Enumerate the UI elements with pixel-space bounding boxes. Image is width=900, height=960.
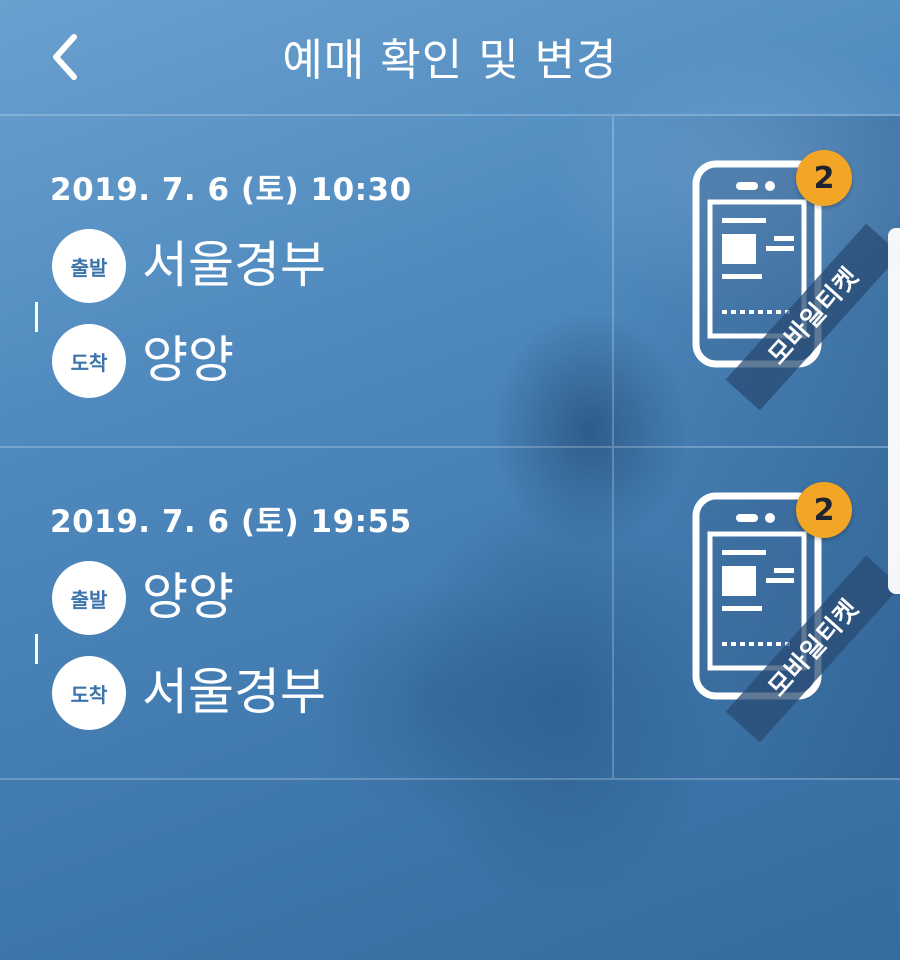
arrival-stop: 도착 양양 <box>52 324 552 400</box>
arrival-badge: 도착 <box>52 656 126 730</box>
top-bar: 예매 확인 및 변경 <box>0 0 900 116</box>
side-scroll-handle[interactable] <box>888 228 900 594</box>
reservation-datetime: 2019. 7. 6 (토) 10:30 <box>50 172 412 208</box>
departure-badge: 출발 <box>52 229 126 303</box>
departure-badge: 출발 <box>52 561 126 635</box>
departure-stop: 출발 양양 <box>52 561 552 637</box>
departure-station: 양양 <box>142 568 234 626</box>
route-connector-line <box>35 634 38 664</box>
mobile-ticket-button[interactable]: 모바일티켓 2 <box>614 116 900 446</box>
departure-station: 서울경부 <box>142 236 326 294</box>
reservation-info[interactable]: 2019. 7. 6 (토) 10:30 출발 서울경부 도착 양양 <box>0 116 614 446</box>
ticket-count-badge: 2 <box>796 482 852 538</box>
departure-stop: 출발 서울경부 <box>52 229 552 305</box>
mobile-ticket-button[interactable]: 모바일티켓 2 <box>614 448 900 778</box>
reservation-datetime: 2019. 7. 6 (토) 19:55 <box>50 504 412 540</box>
arrival-stop: 도착 서울경부 <box>52 656 552 732</box>
route-connector-line <box>35 302 38 332</box>
ticket-count-badge: 2 <box>796 150 852 206</box>
arrival-badge: 도착 <box>52 324 126 398</box>
arrival-station: 양양 <box>142 331 234 389</box>
arrival-station: 서울경부 <box>142 663 326 721</box>
reservation-row: 2019. 7. 6 (토) 19:55 출발 양양 도착 서울경부 모바일티켓… <box>0 448 900 780</box>
page-title: 예매 확인 및 변경 <box>282 35 618 86</box>
reservation-info[interactable]: 2019. 7. 6 (토) 19:55 출발 양양 도착 서울경부 <box>0 448 614 778</box>
reservation-row: 2019. 7. 6 (토) 10:30 출발 서울경부 도착 양양 모바일티켓… <box>0 116 900 448</box>
